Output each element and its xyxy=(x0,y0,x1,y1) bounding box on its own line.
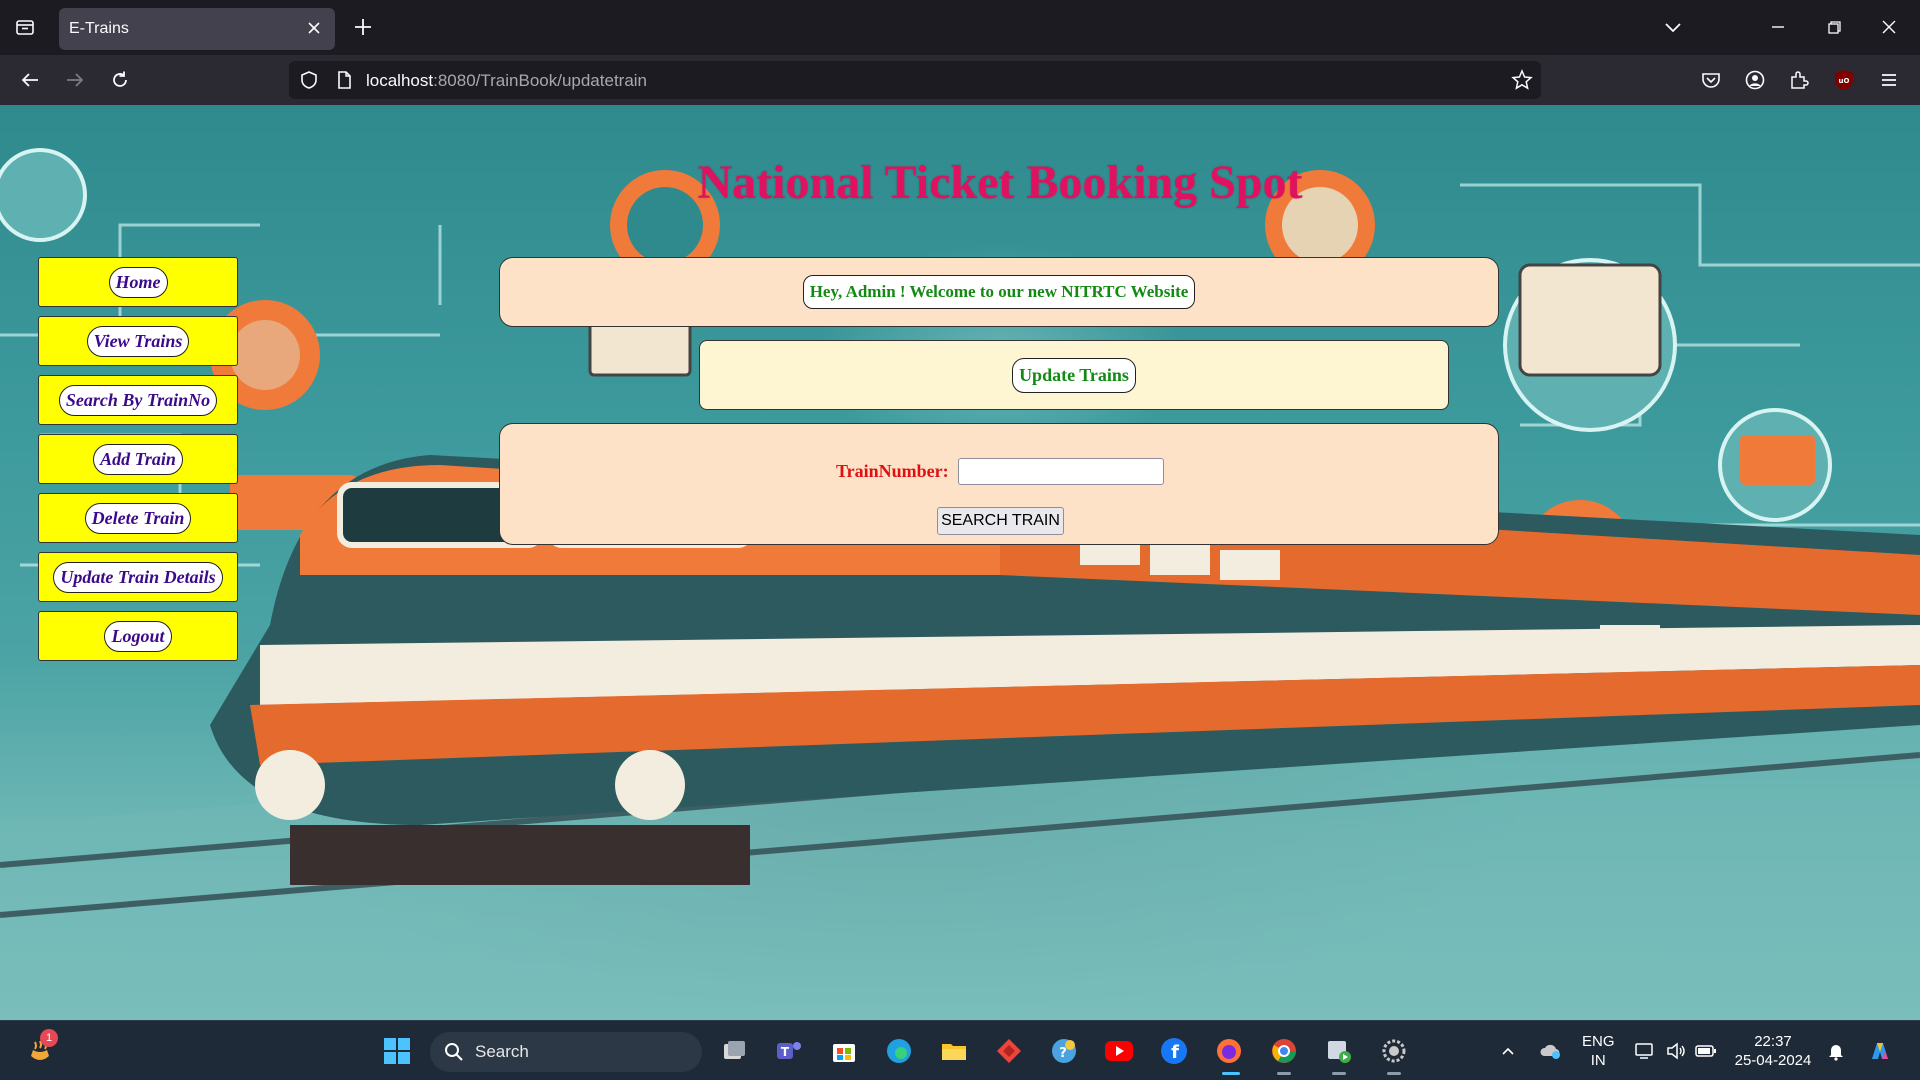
sidebar-item-home: Home xyxy=(38,257,238,307)
youtube-icon[interactable] xyxy=(1103,1035,1135,1067)
notification-bell-icon[interactable] xyxy=(1823,1035,1849,1067)
sidebar-nav: Home View Trains Search By TrainNo Add T… xyxy=(38,257,238,670)
welcome-message: Hey, Admin ! Welcome to our new NITRTC W… xyxy=(802,275,1196,309)
url-text: localhost:8080/TrainBook/updatetrain xyxy=(366,71,647,91)
welcome-panel: Hey, Admin ! Welcome to our new NITRTC W… xyxy=(499,257,1499,327)
minimize-icon[interactable] xyxy=(1765,14,1791,40)
new-tab-icon[interactable] xyxy=(350,14,376,40)
app-menu-icon[interactable] xyxy=(1875,66,1903,94)
windows-taskbar: 1 Search T ? f ENG IN 22:37 25-04-2024 xyxy=(0,1020,1920,1080)
running-app-indicator xyxy=(1332,1072,1346,1075)
onedrive-icon[interactable] xyxy=(1538,1035,1564,1067)
forward-icon[interactable] xyxy=(61,66,89,94)
delete-train-link[interactable]: Delete Train xyxy=(84,502,192,534)
firefox-icon[interactable] xyxy=(1213,1035,1245,1067)
ublock-origin-icon[interactable]: uO xyxy=(1830,66,1858,94)
language-indicator[interactable]: ENG IN xyxy=(1582,1032,1615,1070)
close-tab-icon[interactable] xyxy=(305,19,323,37)
copilot-icon[interactable] xyxy=(1864,1035,1896,1067)
extensions-icon[interactable] xyxy=(1785,66,1813,94)
svg-text:?: ? xyxy=(1059,1046,1067,1061)
add-train-link[interactable]: Add Train xyxy=(93,443,183,475)
windows-start-icon[interactable] xyxy=(381,1035,413,1067)
reload-icon[interactable] xyxy=(106,66,134,94)
task-view-icon[interactable] xyxy=(718,1035,750,1067)
anydesk-icon[interactable] xyxy=(993,1035,1025,1067)
sidebar-item-delete-train: Delete Train xyxy=(38,493,238,543)
account-icon[interactable] xyxy=(1741,66,1769,94)
tracking-protection-icon[interactable] xyxy=(299,70,319,90)
address-bar[interactable]: localhost:8080/TrainBook/updatetrain xyxy=(289,61,1541,99)
settings-icon[interactable] xyxy=(1378,1035,1410,1067)
tab-e-trains[interactable]: E-Trains xyxy=(59,8,335,50)
restore-icon[interactable] xyxy=(1821,14,1847,40)
search-icon xyxy=(444,1042,464,1062)
url-host: localhost xyxy=(366,71,434,90)
page-info-icon[interactable] xyxy=(334,70,354,90)
section-heading-panel: Update Trains xyxy=(699,340,1449,410)
browser-tab-bar: E-Trains xyxy=(0,0,1920,55)
train-number-input[interactable] xyxy=(958,458,1164,485)
train-number-label: TrainNumber: xyxy=(836,461,949,481)
url-path: :8080/TrainBook/updatetrain xyxy=(433,71,648,90)
list-all-tabs-icon[interactable] xyxy=(12,14,38,40)
close-window-icon[interactable] xyxy=(1876,14,1902,40)
file-explorer-icon[interactable] xyxy=(938,1035,970,1067)
section-heading: Update Trains xyxy=(1012,357,1136,393)
browser-nav-bar: localhost:8080/TrainBook/updatetrain uO xyxy=(0,55,1920,105)
active-app-indicator xyxy=(1222,1072,1240,1075)
chevron-down-icon[interactable] xyxy=(1660,14,1686,40)
clock-time: 22:37 xyxy=(1754,1033,1792,1050)
sidebar-item-search-by-trainno: Search By TrainNo xyxy=(38,375,238,425)
web-page: National Ticket Booking Spot Home View T… xyxy=(0,105,1920,1020)
notification-badge: 1 xyxy=(40,1029,58,1047)
region-code: IN xyxy=(1590,1052,1606,1069)
sidebar-item-update-train-details: Update Train Details xyxy=(38,552,238,602)
sidebar-item-view-trains: View Trains xyxy=(38,316,238,366)
volume-icon[interactable] xyxy=(1663,1035,1689,1067)
railway-background-illustration xyxy=(0,148,1920,1020)
chatgpt-icon[interactable]: ? xyxy=(1048,1035,1080,1067)
taskbar-search-label: Search xyxy=(475,1042,529,1061)
media-player-icon[interactable] xyxy=(1323,1035,1355,1067)
sidebar-item-logout: Logout xyxy=(38,611,238,661)
svg-text:f: f xyxy=(1171,1042,1179,1063)
svg-text:T: T xyxy=(781,1045,790,1059)
logout-link[interactable]: Logout xyxy=(104,620,172,652)
chrome-icon[interactable] xyxy=(1268,1035,1300,1067)
taskbar-search[interactable]: Search xyxy=(430,1032,702,1072)
bookmark-star-icon[interactable] xyxy=(1511,69,1533,91)
home-link[interactable]: Home xyxy=(108,266,168,298)
teams-icon[interactable]: T xyxy=(773,1035,805,1067)
show-hidden-icons-chevron-icon[interactable] xyxy=(1496,1035,1520,1067)
store-icon[interactable] xyxy=(828,1035,860,1067)
tab-title: E-Trains xyxy=(69,20,129,37)
search-by-trainno-link[interactable]: Search By TrainNo xyxy=(58,384,218,416)
facebook-icon[interactable]: f xyxy=(1158,1035,1190,1067)
back-icon[interactable] xyxy=(16,66,44,94)
running-app-indicator xyxy=(1387,1072,1401,1075)
network-icon[interactable] xyxy=(1632,1035,1658,1067)
language-code: ENG xyxy=(1582,1033,1615,1050)
search-train-button[interactable]: SEARCH TRAIN xyxy=(937,507,1064,535)
sidebar-item-add-train: Add Train xyxy=(38,434,238,484)
battery-icon[interactable] xyxy=(1693,1035,1719,1067)
edge-icon[interactable] xyxy=(883,1035,915,1067)
pocket-icon[interactable] xyxy=(1697,66,1725,94)
update-train-details-link[interactable]: Update Train Details xyxy=(53,561,223,593)
running-app-indicator xyxy=(1277,1072,1291,1075)
clock[interactable]: 22:37 25-04-2024 xyxy=(1733,1032,1813,1070)
view-trains-link[interactable]: View Trains xyxy=(86,325,190,357)
site-title: National Ticket Booking Spot xyxy=(697,156,1303,209)
svg-text:uO: uO xyxy=(1839,77,1850,85)
clock-date: 25-04-2024 xyxy=(1734,1052,1812,1069)
search-train-form: TrainNumber: SEARCH TRAIN xyxy=(499,423,1499,545)
